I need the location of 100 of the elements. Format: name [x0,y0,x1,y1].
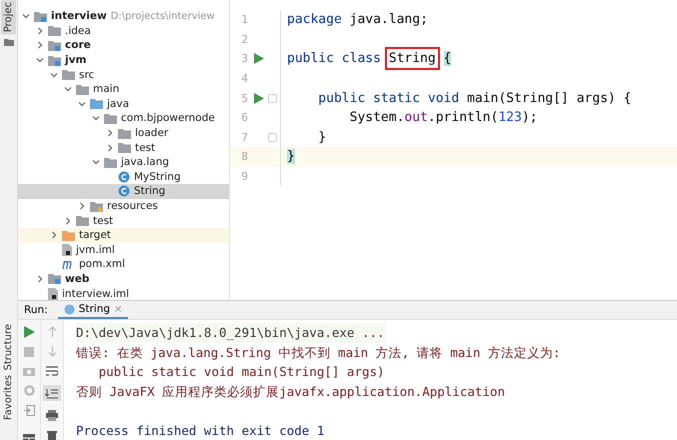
line-number: 1 [240,13,249,26]
folder-icon [76,84,89,95]
code-line: } [317,130,326,145]
class-icon [64,304,75,314]
tree-item-label: com.bjpowernode [121,112,215,124]
tool-window-tab[interactable]: Favorites [3,374,14,420]
line-number: 2 [240,32,249,46]
folder-icon [62,69,75,80]
chevron-down-icon[interactable] [92,114,100,122]
folder-icon [4,38,14,46]
tree-item[interactable]: core [18,38,229,53]
tree-item[interactable]: java [18,96,229,112]
tree-item-label: .idea [65,24,91,37]
line-number: 4 [240,72,249,86]
run-icon[interactable] [254,53,264,64]
folder-icon [90,200,103,212]
class-icon [118,185,130,198]
tree-item-label: main [93,83,120,96]
scroll-to-end-icon[interactable] [43,385,61,401]
line-number: 8 [240,150,249,164]
line-number: 5 [240,92,249,105]
tree-item[interactable]: .idea [18,24,229,38]
run-tab-title: String [78,303,110,315]
folder-icon [118,128,131,139]
tree-item-label: MyString [134,170,181,183]
tree-item-label: core [65,39,91,52]
tree-item-label: jvm [65,54,86,66]
tree-item[interactable]: test [18,213,229,228]
chevron-right-icon[interactable] [36,274,44,283]
tree-item[interactable]: src [18,67,229,82]
tree-item[interactable]: pom.xml [18,257,229,272]
line-number: 3 [240,52,249,66]
folder-icon [90,98,103,110]
chevron-right-icon[interactable] [106,144,114,152]
chevron-down-icon[interactable] [36,56,44,64]
tree-item[interactable]: MyString [18,170,229,184]
project-path: D:\projects\interview [110,10,215,22]
chevron-down-icon[interactable] [92,158,100,166]
project-tool-tab[interactable]: Projec [1,0,16,34]
tree-item[interactable]: resources [18,198,229,214]
console-line: public static void main(String[] args) [98,363,386,382]
file-icon [62,244,72,256]
class-icon [118,170,130,183]
run-label: Run: [24,304,48,316]
login-icon[interactable] [24,405,34,416]
trash-icon[interactable] [47,430,57,440]
tree-item[interactable]: test [18,140,229,155]
folder-icon [48,40,61,51]
folder-icon [118,142,131,154]
chevron-down-icon[interactable] [50,70,58,79]
chevron-right-icon[interactable] [64,216,72,225]
tree-item[interactable]: com.bjpowernode [18,111,229,126]
tree-item-label: test [93,214,114,227]
tree-item-label: java [107,98,129,110]
wrap-icon[interactable] [46,366,58,376]
print-icon[interactable] [46,410,58,421]
tree-item[interactable]: java.lang [18,154,229,170]
console-line: 错误: 在类 java.lang.String 中找不到 main 方法, 请将 main 方法定义为: [76,344,562,362]
chevron-down-icon[interactable] [78,100,86,108]
tree-item-label: target [79,229,111,242]
file-icon [48,288,58,300]
tree-item[interactable]: main [18,82,229,97]
tree-item[interactable]: jvm.iml [18,242,229,258]
tree-item[interactable]: interview.iml [18,286,229,300]
tree-item-label: loader [135,127,168,140]
line-number: 9 [240,170,249,184]
folder-icon [104,156,117,168]
run-icon[interactable] [254,92,264,104]
folder-icon [48,25,61,36]
chevron-down-icon[interactable] [64,85,72,94]
tree-item-label: interview.iml [62,288,130,300]
tree-item[interactable]: web [18,272,229,286]
tree-item-label: String [134,185,166,198]
tree-item[interactable]: String [18,184,229,199]
line-number: 7 [240,130,249,144]
chevron-right-icon[interactable] [78,202,86,210]
folder-icon [34,10,47,22]
chevron-right-icon[interactable] [36,26,44,35]
chevron-right-icon[interactable] [36,41,44,50]
tree-item[interactable]: target [18,228,229,242]
run-tab[interactable]: String × [58,301,128,319]
chevron-down-icon[interactable] [22,12,30,20]
code-line: package java.lang; [287,12,428,28]
tree-item-label: resources [107,200,158,212]
chevron-right-icon[interactable] [106,129,114,138]
tree-item-label: interview [51,10,107,22]
folder-icon [104,112,117,124]
chevron-right-icon[interactable] [50,231,58,240]
line-number: 6 [240,111,249,124]
tree-item-label: web [65,272,90,285]
tree-item-label: test [135,142,156,154]
tool-window-tab[interactable]: Structure [3,324,14,371]
tree-item[interactable]: jvm [18,52,229,68]
code-line: public static void main(String[] args) { [317,90,632,106]
tree-item-label: src [79,68,94,81]
folder-icon [48,54,61,66]
folder-icon [48,273,61,284]
tree-item[interactable]: interview D:\projects\interview [18,9,229,24]
run-icon[interactable] [24,326,34,338]
tree-item[interactable]: loader [18,126,229,140]
